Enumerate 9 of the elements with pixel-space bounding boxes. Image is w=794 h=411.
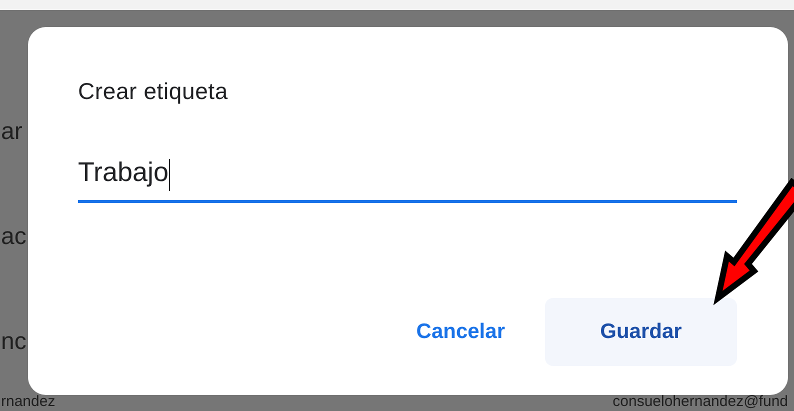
- contact-name: ac: [1, 223, 26, 252]
- contact-name: rnandez: [1, 394, 56, 409]
- cancel-button[interactable]: Cancelar: [416, 310, 505, 354]
- input-field[interactable]: Trabajo: [78, 157, 737, 203]
- contact-name: ar: [1, 118, 22, 147]
- dialog-title: Crear etiqueta: [78, 78, 229, 105]
- contact-name: nc: [1, 328, 26, 357]
- save-button[interactable]: Guardar: [545, 298, 737, 366]
- contact-email: consuelohernandez@fund: [612, 394, 788, 409]
